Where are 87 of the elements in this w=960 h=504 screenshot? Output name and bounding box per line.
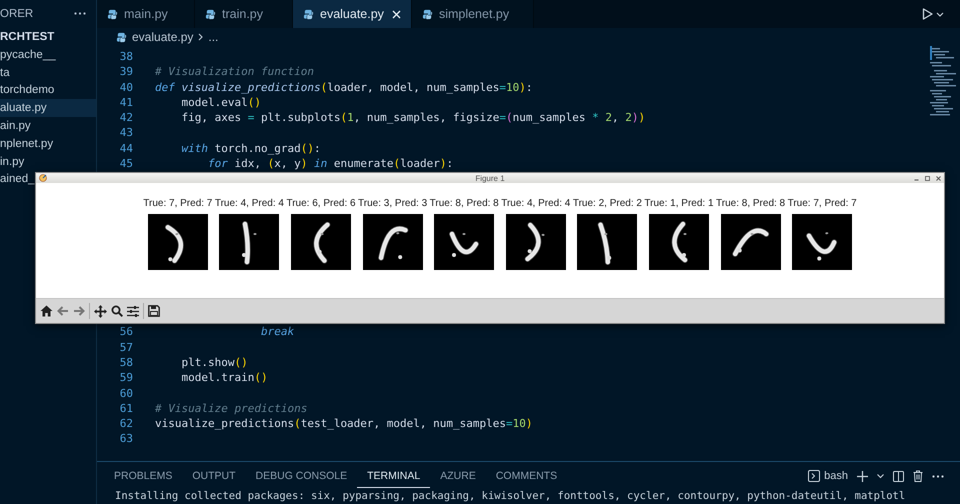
panel-tab[interactable]: TERMINAL xyxy=(357,464,430,488)
panel-tab[interactable]: OUTPUT xyxy=(182,464,246,488)
line-number: 41 xyxy=(118,94,133,110)
chevron-down-icon[interactable] xyxy=(877,474,884,478)
trash-icon[interactable] xyxy=(913,470,923,482)
project-folder[interactable]: RCHTEST xyxy=(0,30,54,42)
terminal-shell-selector[interactable]: bash xyxy=(808,470,848,482)
file-tree-item[interactable]: in.py xyxy=(0,152,96,171)
file-tree-item[interactable]: pycache__ xyxy=(0,46,96,64)
editor-tab[interactable]: simplenet.py xyxy=(412,0,534,28)
file-tree-item[interactable]: nplenet.py xyxy=(0,134,96,153)
line-number: 62 xyxy=(118,416,133,432)
line-number: 42 xyxy=(118,110,133,126)
code-line: model.train() xyxy=(180,370,268,386)
line-number: 40 xyxy=(118,80,133,95)
python-file-icon xyxy=(303,8,314,20)
line-number: 56 xyxy=(118,324,133,340)
breadcrumb-more[interactable]: ... xyxy=(208,30,218,44)
line-number: 57 xyxy=(118,340,133,355)
move-icon[interactable] xyxy=(94,304,107,318)
file-tree-item[interactable]: ta xyxy=(0,64,96,82)
code-line: for idx, (x, y) in enumerate(loader): xyxy=(206,156,454,172)
python-file-icon xyxy=(422,8,433,20)
python-file-icon xyxy=(107,8,118,20)
subplot-title: True: 4, Pred: 4 xyxy=(501,198,570,210)
subplot-title: True: 8, Pred: 8 xyxy=(716,198,786,210)
line-number: 38 xyxy=(118,49,133,64)
file-tree-item[interactable]: aluate.py xyxy=(0,99,96,118)
line-number: 61 xyxy=(118,400,133,416)
split-icon[interactable] xyxy=(893,470,904,482)
subplot-title: True: 3, Pred: 3 xyxy=(358,198,428,210)
panel-tab[interactable]: DEBUG CONSOLE xyxy=(246,464,358,488)
more-icon[interactable] xyxy=(932,474,944,478)
save-icon[interactable] xyxy=(148,305,160,317)
subplot-title: True: 7, Pred: 7 xyxy=(788,198,857,210)
code-line: with torch.no_grad(): xyxy=(180,140,321,156)
line-number: 59 xyxy=(118,370,133,386)
editor-tab[interactable]: main.py xyxy=(97,0,195,28)
editor-tab[interactable]: evaluate.py xyxy=(293,0,412,28)
terminal-icon xyxy=(808,470,820,482)
maximize-icon[interactable] xyxy=(925,176,930,180)
window-title: Figure 1 xyxy=(475,174,505,182)
panel-tab[interactable]: AZURE xyxy=(430,464,486,488)
chevron-right-icon xyxy=(198,33,204,41)
subplot-title: True: 4, Pred: 4 xyxy=(214,198,284,210)
file-tree-item[interactable]: ain.py xyxy=(0,117,96,135)
code-line: def visualize_predictions(loader, model, num_samples=10): xyxy=(155,80,533,95)
python-file-icon xyxy=(116,32,127,42)
more-icon[interactable] xyxy=(74,12,86,15)
code-line: visualize_predictions(test_loader, model, num_samples=10) xyxy=(155,416,533,432)
subplot-title: True: 6, Pred: 6 xyxy=(286,198,356,210)
code-line: model.eval() xyxy=(180,94,261,110)
line-number: 60 xyxy=(118,386,133,401)
code-line: fig, axes = plt.subplots(1, num_samples, figsize=(num_samples * 2, 2)) xyxy=(180,110,646,126)
file-tree-item[interactable]: torchdemo xyxy=(0,82,96,100)
line-number: 45 xyxy=(118,156,133,172)
subplot-title: True: 8, Pred: 8 xyxy=(430,198,499,210)
sliders-icon[interactable] xyxy=(127,306,139,316)
line-number: 63 xyxy=(118,431,133,447)
editor-tab[interactable]: train.py xyxy=(195,0,293,28)
breadcrumb-file[interactable]: evaluate.py xyxy=(132,30,194,44)
subplot-title: True: 7, Pred: 7 xyxy=(143,198,212,210)
chevron-down-icon[interactable] xyxy=(936,12,944,16)
code-line: plt.show() xyxy=(180,354,248,370)
line-number: 39 xyxy=(118,64,133,80)
run-icon[interactable] xyxy=(922,8,933,20)
terminal-output: Installing collected packages: six, pyparsing, packaging, kiwisolver, fonttools, cycler, contourpy, python-dateutil, matplotl xyxy=(114,490,906,503)
home-icon[interactable] xyxy=(40,305,53,317)
minimap-drawing xyxy=(930,46,956,116)
plus-icon[interactable] xyxy=(857,470,868,482)
explorer-title: ORER xyxy=(0,8,34,20)
back-arrow-icon[interactable] xyxy=(57,306,69,316)
code-line: # Visualization function xyxy=(155,64,314,80)
subplot-title: True: 1, Pred: 1 xyxy=(644,198,714,210)
line-number: 43 xyxy=(118,125,133,141)
line-number: 58 xyxy=(118,354,133,370)
app-icon xyxy=(39,174,47,182)
panel-tab[interactable]: COMMENTS xyxy=(486,464,568,488)
close-icon[interactable] xyxy=(936,176,941,180)
code-line: break xyxy=(260,324,294,340)
magnifier-icon[interactable] xyxy=(111,305,123,317)
forward-arrow-icon[interactable] xyxy=(73,306,85,316)
panel-tab[interactable]: PROBLEMS xyxy=(104,464,182,488)
subplot-title: True: 2, Pred: 2 xyxy=(572,198,642,210)
line-number: 44 xyxy=(118,140,133,156)
python-file-icon xyxy=(205,8,216,20)
code-line: # Visualize predictions xyxy=(155,400,308,416)
